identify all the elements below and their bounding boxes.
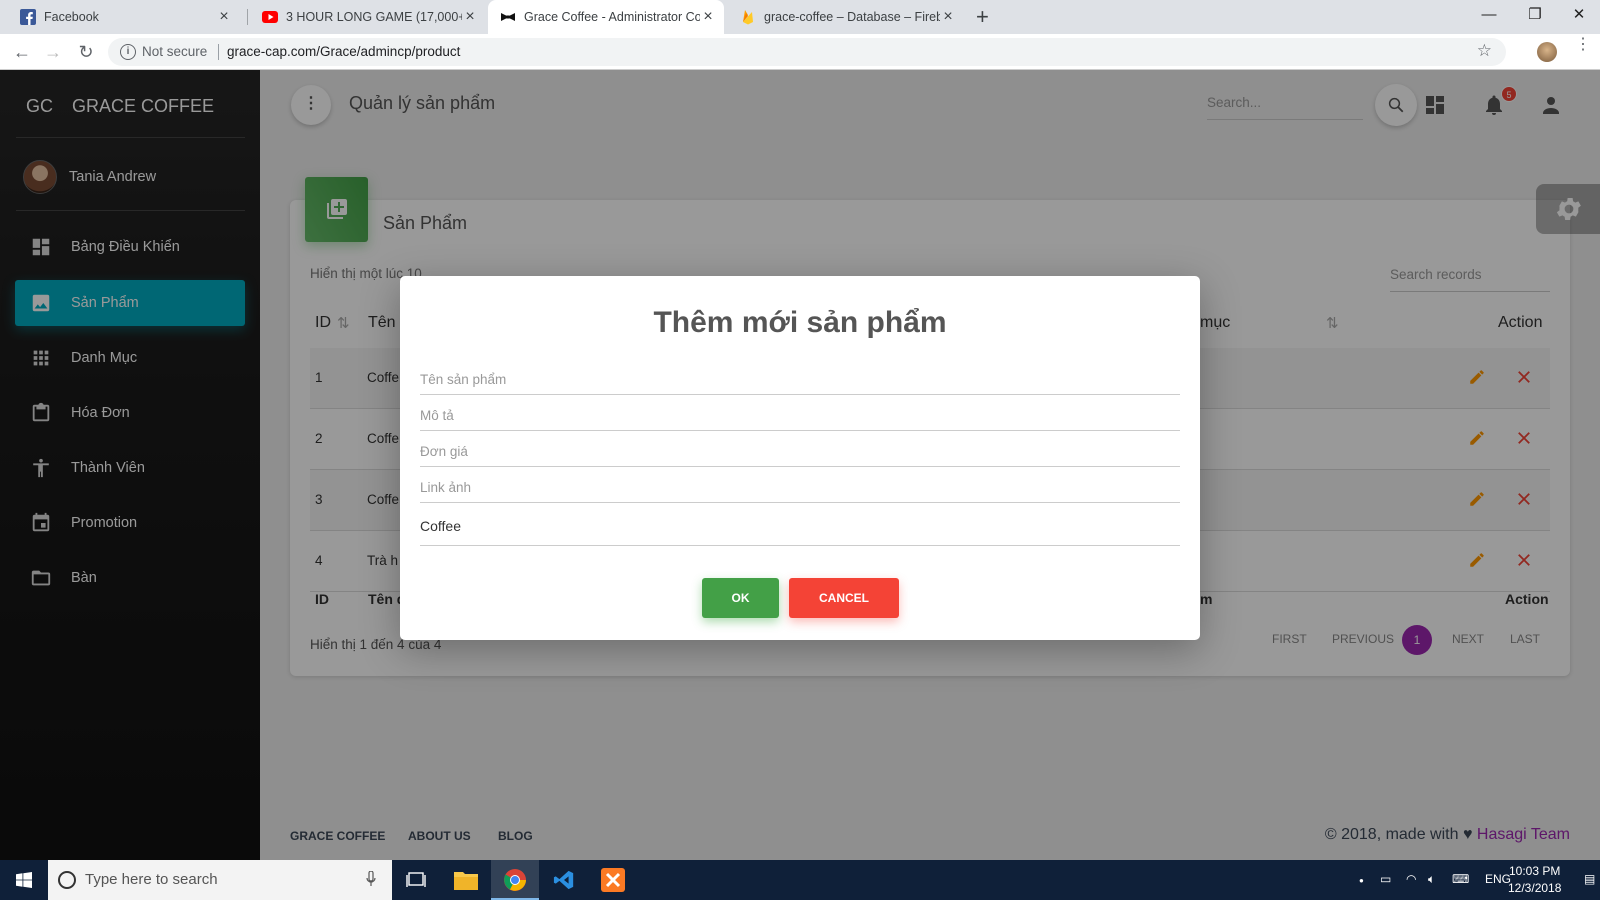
- omnibox[interactable]: i Not secure grace-cap.com/Grace/admincp…: [108, 38, 1506, 66]
- omnibox-divider: [218, 44, 219, 60]
- cancel-button[interactable]: CANCEL: [789, 578, 899, 618]
- ok-button[interactable]: OK: [702, 578, 779, 618]
- close-tab-icon[interactable]: ×: [216, 9, 232, 25]
- firebase-icon: [743, 10, 753, 25]
- taskbar: Type here to search ● ▭ ◠ 🔈︎ ⌨︎ ENG 10:0…: [0, 860, 1600, 900]
- xampp-icon: [601, 868, 625, 892]
- task-view-glyph: [406, 872, 426, 887]
- browser-menu-icon[interactable]: ⋮: [1575, 37, 1591, 62]
- description-field[interactable]: Mô tả: [420, 408, 1180, 431]
- windows-start-icon[interactable]: [16, 872, 32, 888]
- tab-firebase[interactable]: grace-coffee – Database – Fireba ×: [728, 0, 964, 34]
- tab-divider: [247, 9, 248, 25]
- wifi-icon[interactable]: ◠: [1406, 872, 1416, 886]
- clock-time: 10:03 PM: [1509, 864, 1561, 878]
- task-view-icon[interactable]: [392, 860, 440, 900]
- address-bar: ← → ↻ i Not secure grace-cap.com/Grace/a…: [0, 34, 1600, 70]
- action-center-icon[interactable]: ▤: [1584, 872, 1595, 886]
- tab-title: 3 HOUR LONG GAME (17,000+ A: [286, 10, 462, 24]
- info-icon[interactable]: i: [120, 44, 136, 60]
- taskbar-search-placeholder: Type here to search: [85, 871, 218, 888]
- price-field[interactable]: Đơn giá: [420, 444, 1180, 467]
- category-select[interactable]: Coffee: [420, 518, 1180, 546]
- new-tab-icon[interactable]: +: [976, 6, 989, 28]
- tab-title: Facebook: [44, 10, 99, 24]
- clock-date: 12/3/2018: [1508, 881, 1562, 895]
- microphone-icon[interactable]: [366, 871, 376, 887]
- close-tab-icon[interactable]: ×: [700, 9, 716, 25]
- facebook-icon: [20, 9, 36, 25]
- bowtie-icon: [501, 13, 515, 21]
- modal-title: Thêm mới sản phẩm: [653, 306, 947, 339]
- tab-title: Grace Coffee - Administrator Co: [524, 10, 700, 24]
- back-icon[interactable]: ←: [12, 42, 32, 62]
- file-explorer-icon[interactable]: [442, 860, 490, 900]
- profile-avatar[interactable]: [1537, 42, 1557, 62]
- url-text[interactable]: grace-cap.com/Grace/admincp/product: [227, 44, 460, 59]
- folder-icon: [454, 872, 478, 890]
- clock[interactable]: 10:03 PM 12/3/2018: [1508, 863, 1561, 897]
- not-secure-label: Not secure: [142, 44, 208, 59]
- close-tab-icon[interactable]: ×: [940, 9, 956, 25]
- vscode-icon: [553, 870, 574, 890]
- tray-chevron-icon[interactable]: ●: [1359, 876, 1364, 885]
- browser-tab-strip: Facebook × 3 HOUR LONG GAME (17,000+ A ×…: [0, 0, 1600, 34]
- window-close-icon[interactable]: ✕: [1556, 0, 1600, 30]
- keyboard-icon[interactable]: ⌨︎: [1452, 872, 1469, 886]
- close-tab-icon[interactable]: ×: [462, 9, 478, 25]
- taskbar-search-input[interactable]: Type here to search: [48, 860, 392, 900]
- minimize-icon[interactable]: —: [1466, 0, 1512, 30]
- chrome-taskbar-icon[interactable]: [491, 860, 539, 900]
- tab-grace-coffee[interactable]: Grace Coffee - Administrator Co ×: [488, 0, 724, 34]
- add-product-modal: Thêm mới sản phẩm Tên sản phẩm Mô tả Đơn…: [400, 276, 1200, 640]
- xampp-taskbar-icon[interactable]: [589, 860, 637, 900]
- bookmark-star-icon[interactable]: ☆: [1477, 41, 1492, 61]
- chrome-icon: [504, 869, 526, 891]
- image-link-field[interactable]: Link ảnh: [420, 480, 1180, 503]
- tab-facebook[interactable]: Facebook ×: [8, 0, 240, 34]
- volume-icon[interactable]: 🔈︎: [1428, 872, 1435, 887]
- battery-icon[interactable]: ▭: [1380, 872, 1391, 886]
- reload-icon[interactable]: ↻: [76, 42, 96, 62]
- product-name-field[interactable]: Tên sản phẩm: [420, 372, 1180, 395]
- youtube-icon: [262, 11, 278, 23]
- vscode-taskbar-icon[interactable]: [540, 860, 588, 900]
- tab-youtube[interactable]: 3 HOUR LONG GAME (17,000+ A ×: [250, 0, 486, 34]
- forward-icon[interactable]: →: [43, 42, 63, 62]
- restore-icon[interactable]: ❐: [1512, 0, 1558, 30]
- cortana-icon: [58, 871, 76, 889]
- tab-title: grace-coffee – Database – Fireba: [764, 10, 940, 24]
